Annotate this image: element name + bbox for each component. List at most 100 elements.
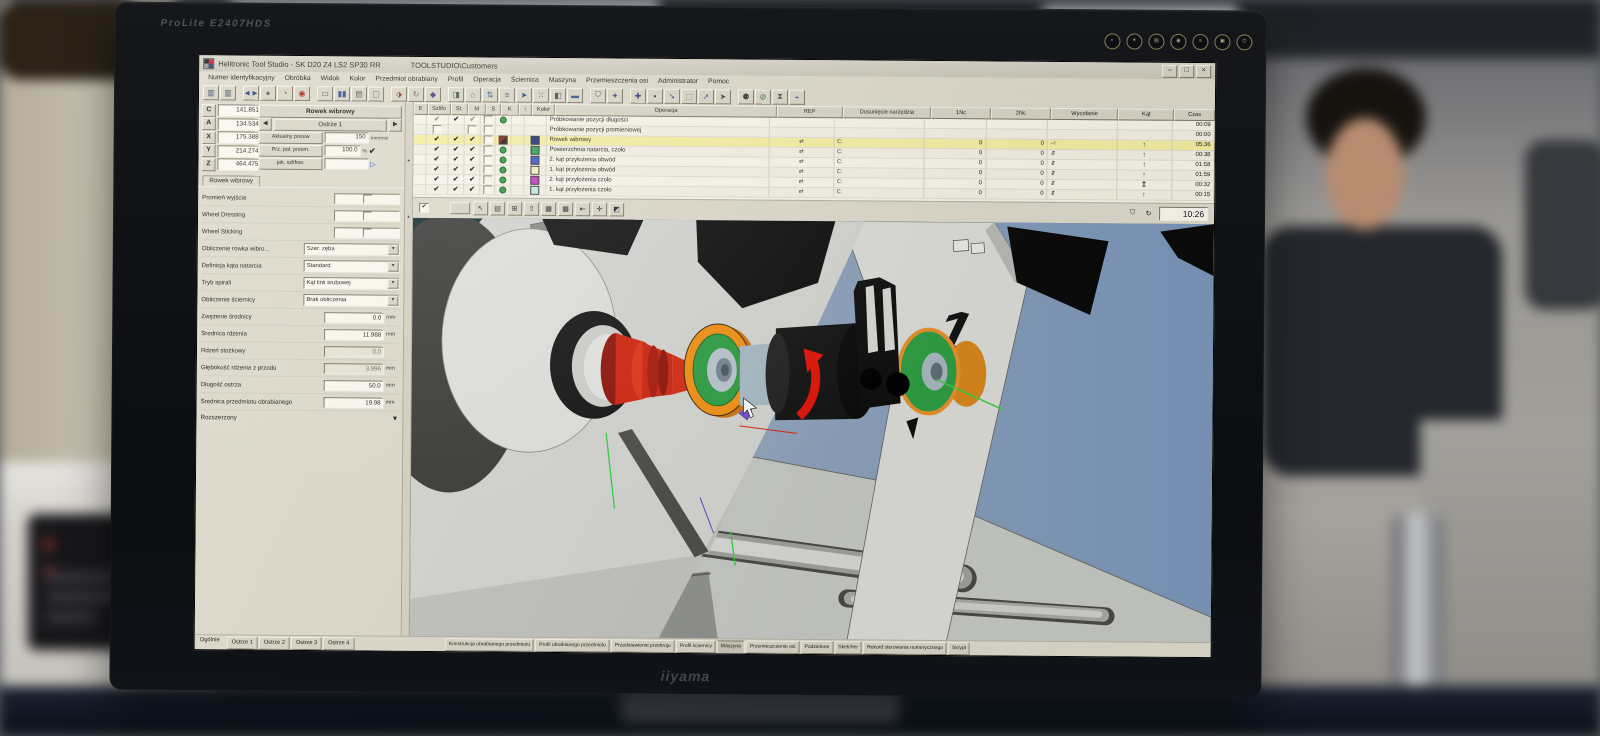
param-checkbox[interactable] [363,211,372,220]
column-header-M[interactable]: M [468,103,486,115]
toolbar-button-7-3[interactable]: ➘ [664,88,680,103]
menu-item-11[interactable]: Administrator [653,77,703,84]
column-header-↑[interactable]: ↑ [518,104,532,116]
viewport-tool-8[interactable]: ✛ [592,202,607,216]
toolbar-button-7-1[interactable]: ✚ [630,88,646,103]
prev-edge-button[interactable]: ◀ [259,118,272,131]
expander-arrow-icon[interactable]: ▼ [391,415,398,422]
viewport-tool-3[interactable]: ⊞ [507,202,522,216]
column-header-2Nc[interactable]: 2Nc [991,107,1051,119]
toolbar-button-3-1[interactable]: ▭ [317,86,333,101]
axis-button-A[interactable]: A [202,117,216,130]
check-icon[interactable]: ✔ [469,176,475,184]
param-checkbox[interactable] [362,228,371,237]
toolbar-button-5-4[interactable]: ≡ [499,87,515,102]
viewport-blank-button[interactable] [450,202,470,214]
viewport-right-tool-2[interactable]: ↻ [1142,208,1155,220]
check-icon[interactable]: ✔ [453,176,459,184]
column-header-K[interactable]: K [501,104,519,116]
view-tab-8[interactable]: Sketcher [834,641,862,654]
viewport-right-tool-1[interactable]: ⛉ [1126,207,1139,219]
osd-button-2[interactable]: ☀ [1126,33,1142,49]
toolbar-button-5-1[interactable]: ◨ [448,87,464,102]
grind-quality-input[interactable] [324,158,368,169]
next-edge-button[interactable]: ▶ [389,119,402,132]
menu-item-1[interactable]: Numer identyfikacyjny [203,74,280,82]
toolbar-button-4-2[interactable]: ↻ [408,86,424,101]
check-icon[interactable]: ✔ [433,175,439,183]
edge-tab-1[interactable]: Ostrze 1 [227,636,258,649]
toolbar-button-7-4[interactable]: ⬚ [681,88,697,103]
check-icon[interactable]: ✔ [453,156,459,164]
checkbox-empty[interactable] [432,125,441,134]
override-button[interactable]: Prz. poł. przem. [259,144,323,157]
toolbar-button-2-2[interactable]: ● [260,85,276,100]
checkbox-empty[interactable] [483,115,492,124]
toolbar-button-3-2[interactable]: ▮▮ [334,86,350,101]
osd-button-6[interactable]: ▣ [1214,34,1230,50]
column-header-Wycofanie[interactable]: Wycofanie [1051,108,1119,121]
check-icon[interactable]: ✔ [469,166,475,174]
view-tab-5[interactable]: Maszyna [717,640,745,653]
column-header-Kolor[interactable]: Kolor [532,104,555,116]
toolbar-button-6-1[interactable]: ⛉ [590,88,606,103]
column-header-Czas[interactable]: Czas [1174,109,1215,121]
viewport-tool-2[interactable]: ▤ [490,201,505,215]
param-select[interactable]: Kąt linii śrubowej▾ [303,277,399,290]
checkbox-empty[interactable] [483,155,492,164]
osd-button-7[interactable]: ⏻ [1236,34,1252,50]
view-tab-2[interactable]: Profil obrabianego przedmiotu [535,639,610,653]
menu-item-7[interactable]: Operacja [468,76,506,83]
view-tab-7[interactable]: Podzielone [800,641,833,654]
viewport-tool-1[interactable]: ↖ [473,201,488,215]
general-tab-label[interactable]: Ogólnie [200,637,220,643]
axis-button-X[interactable]: X [202,131,216,144]
toolbar-button-6-2[interactable]: ✦ [607,88,623,103]
toolbar-button-7-6[interactable]: ➤ [715,89,731,104]
view-tab-1[interactable]: Konstrukcja obrabianego przedmiotu [445,638,535,652]
view-tab-9[interactable]: Rekord sterowania numerycznego [863,641,947,655]
menu-item-12[interactable]: Pomoc [703,78,734,85]
checkbox-empty[interactable] [483,185,492,194]
toolbar-button-5-2[interactable]: ⌂ [465,87,481,102]
param-checkbox[interactable] [363,194,372,203]
check-icon[interactable]: ✔ [434,165,440,173]
check-icon[interactable]: ✔ [469,156,475,164]
dropdown-arrow-icon[interactable]: ▾ [388,262,399,272]
checkbox-empty[interactable] [483,125,492,134]
checkbox-empty[interactable] [483,145,492,154]
dropdown-arrow-icon[interactable]: ▾ [387,279,398,289]
column-header-REP[interactable]: REP [777,106,843,119]
param-select[interactable]: Standard▾ [304,260,400,273]
edge-tab-2[interactable]: Ostrze 2 [259,637,290,650]
check-icon[interactable]: ✔ [453,146,459,154]
check-icon-dim[interactable]: ✔ [434,115,440,123]
check-icon-dim[interactable]: ✔ [470,116,476,124]
toolbar-button-2-3[interactable]: ◔ [277,85,293,100]
check-icon[interactable]: ✔ [453,186,459,194]
toolbar-button-5-5[interactable]: ➤ [516,87,532,102]
operation-title-button[interactable]: Rowek wibrowy [259,105,402,119]
viewport-tool-4[interactable]: ⇧ [524,202,539,216]
osd-button-4[interactable]: ◉ [1170,34,1186,50]
toolbar-button-4-3[interactable]: ◆ [425,86,441,101]
toolbar-button-5-7[interactable]: ◧ [550,87,566,102]
toolbar-button-2-1[interactable]: ◄► [243,85,259,100]
axis-button-Y[interactable]: Y [201,144,215,157]
close-button[interactable]: × [1196,64,1211,77]
param-select[interactable]: Brak obliczenia▾ [303,294,399,307]
toolbar-button-3-4[interactable]: ▢ [368,86,384,101]
checkbox-empty[interactable] [483,165,492,174]
check-icon[interactable]: ✔ [469,146,475,154]
check-icon[interactable]: ✔ [469,186,475,194]
toolbar-button-4-1[interactable]: ⬗ [391,86,407,101]
dropdown-arrow-icon[interactable]: ▾ [388,245,399,255]
column-header-Dosunięcie narzędzia[interactable]: Dosunięcie narzędzia [842,106,931,119]
toolbar-button-8-1[interactable]: ⚈ [738,89,754,104]
check-icon[interactable]: ✔ [469,136,475,144]
menu-item-2[interactable]: Obróbka [280,74,316,81]
column-header-S[interactable]: S [485,103,501,115]
machine-3d-view[interactable]: 2 1 [410,218,1214,643]
menu-item-6[interactable]: Profil [443,76,469,83]
column-header-E[interactable]: E [414,103,428,115]
